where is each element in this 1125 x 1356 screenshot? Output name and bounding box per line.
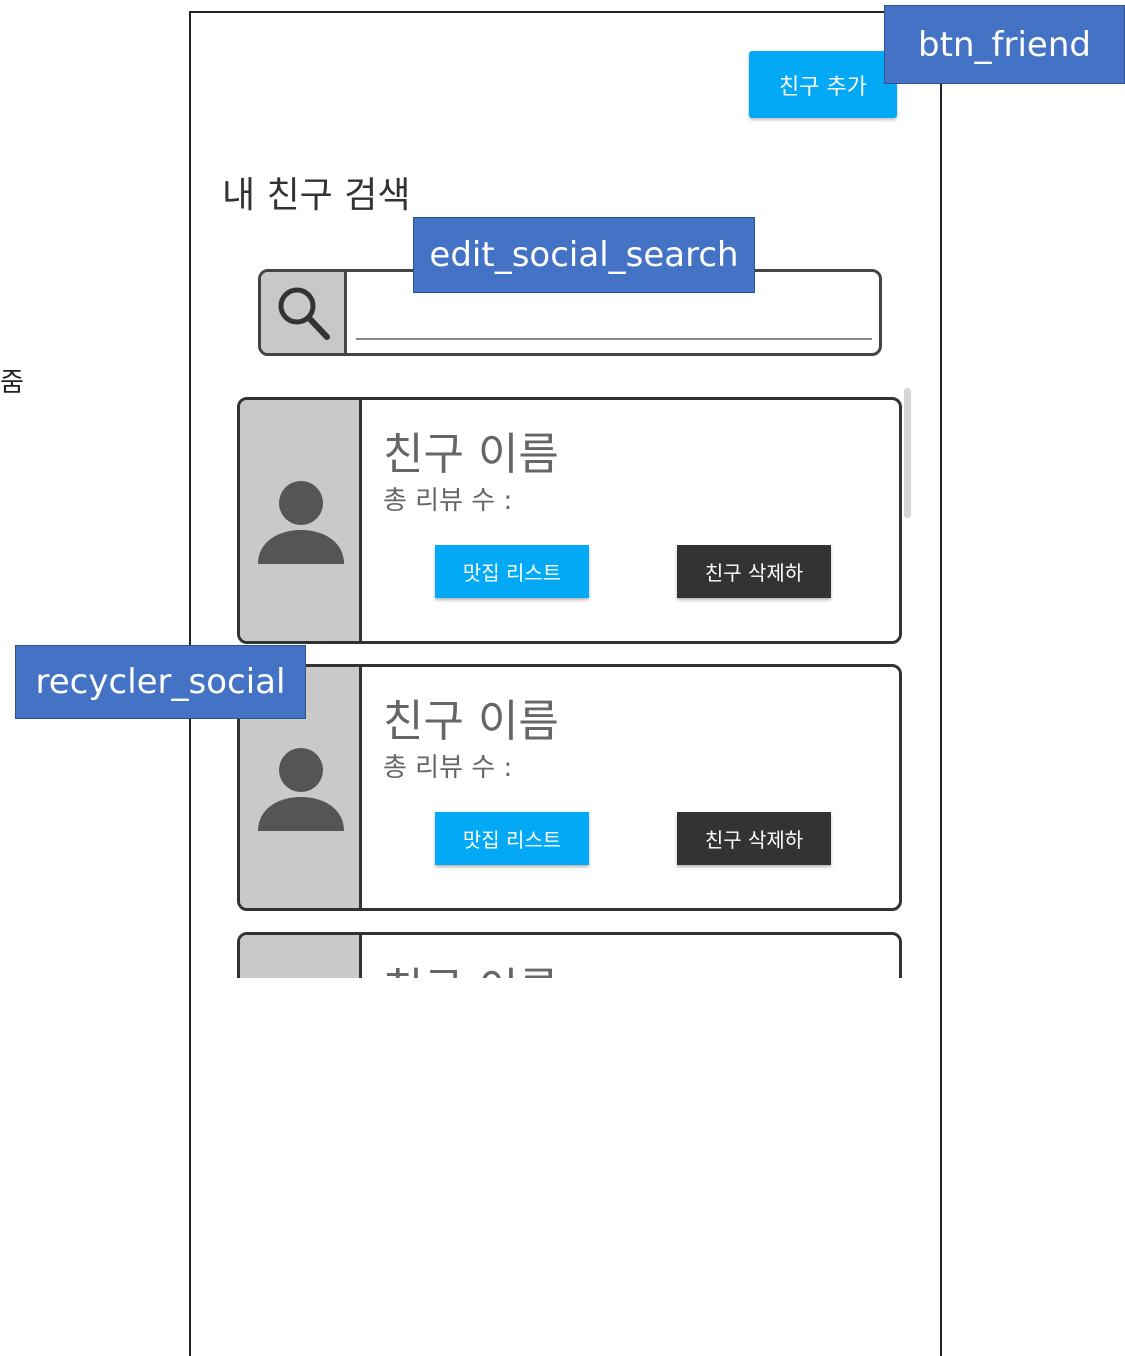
annotation-btn-friend: btn_friend <box>884 5 1125 84</box>
friend-card: 친구 이름 총 리뷰 수 : 맛집 리스트 친구 삭제하 <box>237 397 902 644</box>
review-count-label: 총 리뷰 수 : <box>383 486 513 516</box>
search-input[interactable] <box>356 290 872 340</box>
friend-card: 친구 이름 <box>237 932 902 978</box>
friend-name: 친구 이름 <box>383 953 559 978</box>
annotation-recycler-social: recycler_social <box>15 645 306 719</box>
friend-name: 친구 이름 <box>383 696 559 747</box>
annotation-edit-social-search: edit_social_search <box>413 217 755 293</box>
friend-list[interactable]: 친구 이름 총 리뷰 수 : 맛집 리스트 친구 삭제하 친구 이름 총 리뷰 … <box>236 384 916 978</box>
delete-friend-button[interactable]: 친구 삭제하 <box>677 812 831 865</box>
person-icon <box>258 481 344 564</box>
restaurant-list-button[interactable]: 맛집 리스트 <box>435 545 589 598</box>
side-text: 줌 <box>0 368 24 398</box>
avatar <box>240 400 362 641</box>
avatar <box>240 935 362 978</box>
restaurant-list-button[interactable]: 맛집 리스트 <box>435 812 589 865</box>
friend-card: 친구 이름 총 리뷰 수 : 맛집 리스트 친구 삭제하 <box>237 664 902 911</box>
friend-name: 친구 이름 <box>383 429 559 480</box>
list-scrollbar[interactable] <box>904 388 911 518</box>
person-icon <box>258 748 344 831</box>
search-icon <box>261 272 347 353</box>
review-count-label: 총 리뷰 수 : <box>383 753 513 783</box>
add-friend-button[interactable]: 친구 추가 <box>749 51 897 118</box>
page-title: 내 친구 검색 <box>222 175 411 216</box>
delete-friend-button[interactable]: 친구 삭제하 <box>677 545 831 598</box>
